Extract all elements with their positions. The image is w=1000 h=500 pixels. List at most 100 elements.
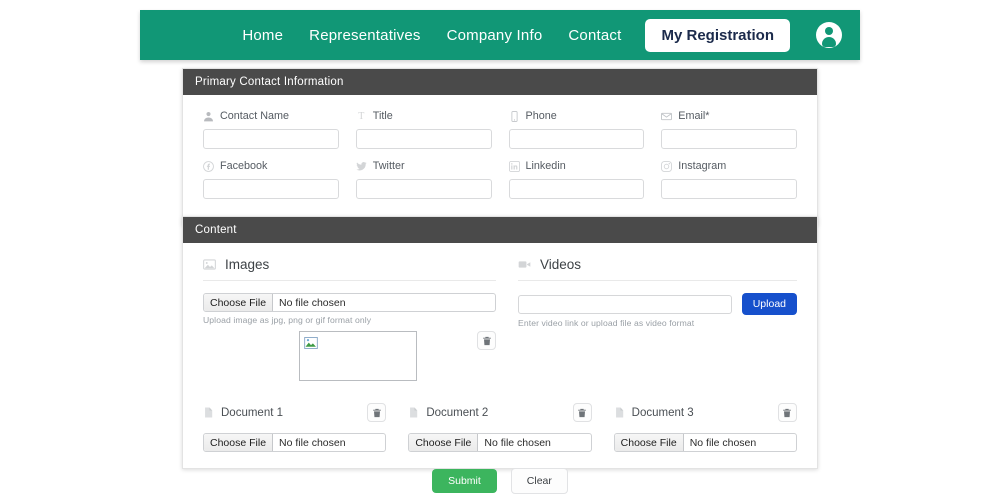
- field-facebook: Facebook: [203, 159, 339, 209]
- person-icon: [203, 111, 214, 122]
- trash-icon: [578, 408, 587, 417]
- trash-icon: [783, 408, 792, 417]
- phone-input[interactable]: [508, 129, 645, 149]
- video-camera-icon: [518, 258, 531, 271]
- nav-links: Home Representatives Company Info Contac…: [242, 27, 621, 44]
- page-root: Home Representatives Company Info Contac…: [0, 0, 1000, 500]
- document-item: Document 3 Choose File No file chosen: [613, 403, 797, 452]
- field-label-instagram: Instagram: [661, 159, 797, 173]
- document-1-label: Document 1: [221, 406, 284, 419]
- video-input-row: Upload: [518, 293, 797, 315]
- document-2-file-status: No file chosen: [484, 436, 551, 449]
- field-label-email: Email*: [661, 109, 797, 123]
- title-input[interactable]: [355, 129, 492, 149]
- document-3-title: Document 3: [614, 407, 694, 419]
- envelope-icon: [661, 111, 673, 122]
- nav-link-representatives[interactable]: Representatives: [309, 27, 420, 44]
- contact-field-row-1: Contact Name T Title Phone Email*: [203, 109, 797, 159]
- document-1-file-input[interactable]: Choose File No file chosen: [203, 433, 387, 452]
- image-choose-file-button[interactable]: Choose File: [204, 294, 274, 311]
- image-delete-button[interactable]: [477, 331, 496, 350]
- video-upload-button[interactable]: Upload: [741, 293, 797, 315]
- contact-field-row-2: Facebook Twitter Linkedin Instagram: [203, 159, 797, 209]
- trash-icon: [482, 336, 491, 345]
- field-title: T Title: [355, 109, 492, 159]
- mobile-phone-icon: [509, 110, 520, 122]
- primary-contact-body: Contact Name T Title Phone Email* Facebo…: [183, 95, 817, 225]
- content-columns: Images Choose File No file chosen Upload…: [203, 257, 797, 381]
- image-upload-hint: Upload image as jpg, png or gif format o…: [203, 315, 372, 325]
- document-2-delete-button[interactable]: [572, 403, 592, 422]
- document-1-title: Document 1: [203, 407, 283, 419]
- user-circle-icon[interactable]: [816, 22, 842, 48]
- images-column: Images Choose File No file chosen Upload…: [203, 257, 496, 381]
- trash-icon: [372, 408, 381, 417]
- field-label-text: Email*: [678, 110, 710, 122]
- image-preview: [299, 331, 417, 381]
- field-label-text: Facebook: [220, 160, 268, 172]
- document-item: Document 1 Choose File No file chosen: [203, 403, 387, 452]
- instagram-input[interactable]: [661, 179, 797, 199]
- clear-button[interactable]: Clear: [510, 468, 568, 494]
- field-instagram: Instagram: [661, 159, 797, 209]
- broken-image-icon: [304, 336, 318, 349]
- image-file-input[interactable]: Choose File No file chosen: [203, 293, 496, 312]
- top-navbar: Home Representatives Company Info Contac…: [140, 10, 860, 60]
- file-icon: [203, 407, 214, 418]
- field-label-contact-name: Contact Name: [203, 109, 339, 123]
- twitter-input[interactable]: [355, 179, 492, 199]
- videos-column: Videos Upload Enter video link or upload…: [518, 257, 797, 381]
- document-3-file-input[interactable]: Choose File No file chosen: [613, 433, 797, 452]
- field-label-linkedin: Linkedin: [508, 159, 645, 173]
- document-1-header: Document 1: [203, 403, 387, 422]
- instagram-icon: [661, 160, 673, 172]
- text-format-icon: T: [358, 110, 365, 122]
- form-footer: Submit Clear: [0, 468, 1000, 494]
- field-phone: Phone: [508, 109, 645, 159]
- image-file-status: No file chosen: [279, 296, 346, 309]
- field-twitter: Twitter: [355, 159, 492, 209]
- file-icon: [614, 407, 625, 418]
- linkedin-input[interactable]: [508, 179, 645, 199]
- submit-button[interactable]: Submit: [432, 469, 497, 493]
- video-link-input[interactable]: [518, 294, 732, 314]
- videos-title: Videos: [540, 257, 582, 272]
- field-label-text: Instagram: [678, 160, 727, 172]
- content-body: Images Choose File No file chosen Upload…: [183, 243, 817, 468]
- document-3-delete-button[interactable]: [777, 403, 797, 422]
- facebook-input[interactable]: [203, 179, 339, 199]
- facebook-icon: [203, 160, 214, 172]
- field-label-text: Title: [372, 110, 393, 122]
- videos-subheader: Videos: [518, 257, 797, 281]
- contact-name-input[interactable]: [203, 129, 339, 149]
- document-2-label: Document 2: [426, 406, 489, 419]
- document-1-choose-file-button[interactable]: Choose File: [204, 434, 274, 451]
- field-label-text: Phone: [525, 110, 557, 122]
- document-1-file-status: No file chosen: [279, 436, 346, 449]
- document-3-choose-file-button[interactable]: Choose File: [614, 434, 684, 451]
- documents-row: Document 1 Choose File No file chosen Do…: [203, 403, 797, 452]
- document-3-file-status: No file chosen: [689, 436, 757, 449]
- document-2-title: Document 2: [408, 407, 488, 419]
- image-preview-row: [203, 331, 496, 381]
- field-label-text: Contact Name: [220, 110, 290, 122]
- nav-link-home[interactable]: Home: [242, 27, 283, 44]
- document-1-delete-button[interactable]: [367, 403, 387, 422]
- document-2-file-input[interactable]: Choose File No file chosen: [408, 433, 592, 452]
- email-input[interactable]: [661, 129, 797, 149]
- field-label-text: Twitter: [372, 160, 405, 172]
- linkedin-icon: [508, 160, 520, 172]
- my-registration-button[interactable]: My Registration: [645, 18, 790, 52]
- nav-link-company-info[interactable]: Company Info: [447, 27, 543, 44]
- primary-contact-card: Primary Contact Information Contact Name…: [182, 68, 818, 226]
- primary-contact-header: Primary Contact Information: [183, 69, 817, 95]
- image-icon: [203, 258, 216, 271]
- document-2-choose-file-button[interactable]: Choose File: [409, 434, 479, 451]
- document-3-header: Document 3: [614, 403, 797, 422]
- field-label-twitter: Twitter: [356, 159, 492, 173]
- images-subheader: Images: [203, 257, 496, 281]
- file-icon: [408, 407, 419, 418]
- field-contact-name: Contact Name: [203, 109, 339, 159]
- document-3-label: Document 3: [631, 406, 694, 419]
- nav-link-contact[interactable]: Contact: [568, 27, 621, 44]
